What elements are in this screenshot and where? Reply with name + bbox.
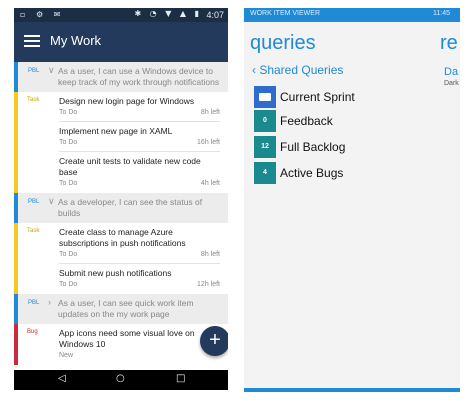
task-item[interactable]: Create unit tests to validate new code b… [14,152,228,193]
item-state: To Do [59,281,78,288]
pbi-type-tag: PBL [28,199,40,205]
work-item-list[interactable]: PBL ∨ As a user, I can use a Windows dev… [14,62,228,370]
system-status-icons: ✱ ◔ ▼ ▲ ▮ [134,9,202,18]
item-title: Design new login page for Windows [59,96,195,106]
item-remaining: 12h left [197,281,220,288]
item-state: To Do [59,109,78,116]
chevron-down-icon[interactable]: ∨ [48,65,55,76]
query-count-tile: 0 [254,110,276,132]
status-time: 4:07 [206,10,224,20]
android-nav-bar: ◁ ○ □ [14,370,228,390]
task-item[interactable]: Task Design new login page for Windows T… [14,92,228,122]
item-title: Create class to manage Azure subscriptio… [59,227,186,248]
item-remaining: 8h left [200,251,220,258]
query-count-tile: 12 [254,136,276,158]
pivot-title-queries[interactable]: queries [250,32,316,55]
item-state: To Do [59,139,78,146]
recents-icon[interactable]: □ [176,373,185,384]
query-item-current-sprint[interactable]: Current Sprint [254,86,444,108]
query-label: Full Backlog [280,140,346,154]
chevron-down-icon[interactable]: ∨ [48,196,55,207]
query-item-active-bugs[interactable]: 4 Active Bugs [254,162,444,184]
item-title: Create unit tests to validate new code b… [59,156,201,177]
query-label: Feedback [280,114,333,128]
pbi-header[interactable]: PBL ∨ As a user, I can use a Windows dev… [14,62,228,92]
windows-phone: WORK ITEM VIEWER 11:45 queries re ‹ Shar… [244,8,460,392]
item-remaining: 4h left [200,180,220,187]
query-item-full-backlog[interactable]: 12 Full Backlog [254,136,444,158]
query-label: Active Bugs [280,166,344,180]
query-count-tile: 4 [254,162,276,184]
notification-icons: ▫ ⚙ ✉ [20,10,65,19]
folder-icon [254,86,276,108]
pbi-title: As a user, I can use a Windows device to… [58,66,220,87]
back-icon[interactable]: ◁ [58,373,66,384]
item-remaining: 8h left [200,109,220,116]
pbi-title: As a user, I can see quick work item upd… [58,298,194,319]
item-state: To Do [59,180,78,187]
item-type-tag: Bug [27,329,38,335]
app-bar: My Work [14,22,228,62]
work-item-group: PBL › As a user, I can see quick work it… [14,294,228,365]
page-title: My Work [50,33,102,48]
wp-status-count: 11:45 [433,10,450,17]
bug-item[interactable]: Bug App icons need some visual love on W… [14,324,228,365]
chevron-right-icon[interactable]: › [48,297,51,308]
query-label: Current Sprint [280,90,355,104]
home-icon[interactable]: ○ [116,373,125,384]
pbi-header[interactable]: PBL ∨ As a developer, I can see the stat… [14,193,228,223]
pbi-header[interactable]: PBL › As a user, I can see quick work it… [14,294,228,324]
task-item[interactable]: Implement new page in XAML To Do 16h left [14,122,228,152]
wp-status-bar: WORK ITEM VIEWER 11:45 [244,8,460,22]
item-type-tag: Task [27,97,40,103]
item-type-tag: Task [27,228,40,234]
task-item[interactable]: Task Create class to manage Azure subscr… [14,223,228,264]
work-item-group: PBL ∨ As a developer, I can see the stat… [14,193,228,294]
pivot-title-next[interactable]: re [440,32,458,55]
item-title: Submit new push notifications [59,268,172,278]
task-item[interactable]: Submit new push notifications To Do 12h l… [14,264,228,294]
item-title: Implement new page in XAML [59,126,173,136]
item-title: App icons need some visual love on Windo… [59,328,195,349]
item-state: To Do [59,251,78,258]
add-button[interactable]: + [200,326,228,356]
hamburger-menu-icon[interactable] [24,33,40,49]
next-pivot-item: Da [444,66,459,78]
pbi-type-tag: PBL [28,300,40,306]
wp-app-name: WORK ITEM VIEWER [250,10,320,17]
android-status-bar: ▫ ⚙ ✉ ✱ ◔ ▼ ▲ ▮ 4:07 [14,8,228,22]
pbi-type-tag: PBL [28,68,40,74]
android-phone: ▫ ⚙ ✉ ✱ ◔ ▼ ▲ ▮ 4:07 My Work PBL ∨ As a … [14,8,228,390]
item-remaining: 16h left [197,139,220,146]
item-state: New [59,352,74,359]
wp-bottom-bar [244,388,460,392]
pbi-title: As a developer, I can see the status of … [58,197,203,218]
work-item-group: PBL ∨ As a user, I can use a Windows dev… [14,62,228,193]
next-pivot-subtext: Dark [444,80,459,87]
query-item-feedback[interactable]: 0 Feedback [254,110,444,132]
shared-queries-back-link[interactable]: ‹ Shared Queries [252,63,343,77]
